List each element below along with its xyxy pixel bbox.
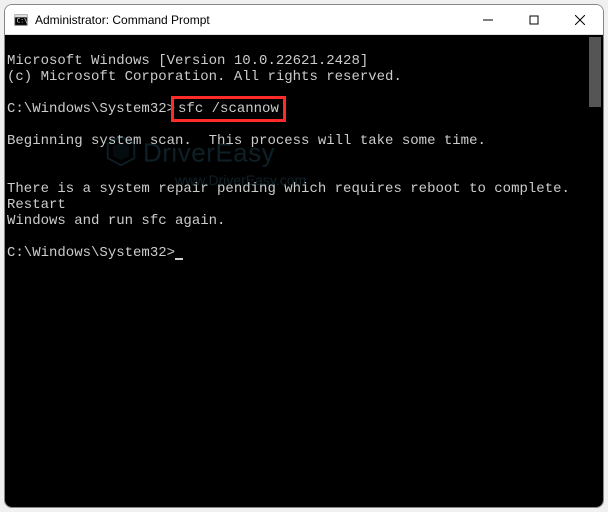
output-line: Microsoft Windows [Version 10.0.22621.24… <box>7 53 599 69</box>
scrollbar-thumb[interactable] <box>589 37 601 107</box>
titlebar[interactable]: C:\ Administrator: Command Prompt <box>5 5 603 35</box>
terminal-output: Microsoft Windows [Version 10.0.22621.24… <box>5 37 599 293</box>
prompt-path: C:\Windows\System32> <box>7 101 175 117</box>
command-prompt-window: C:\ Administrator: Command Prompt Driver… <box>4 4 604 508</box>
terminal-area[interactable]: DriverEasy www.DriverEasy.com Microsoft … <box>5 35 603 507</box>
close-button[interactable] <box>557 5 603 34</box>
output-line: There is a system repair pending which r… <box>7 181 599 213</box>
maximize-button[interactable] <box>511 5 557 34</box>
output-line: Windows and run sfc again. <box>7 213 599 229</box>
prompt-path: C:\Windows\System32> <box>7 245 175 261</box>
output-line: (c) Microsoft Corporation. All rights re… <box>7 69 599 85</box>
cmd-icon: C:\ <box>13 12 29 28</box>
prompt-line: C:\Windows\System32>sfc /scannow <box>7 101 599 117</box>
window-title: Administrator: Command Prompt <box>35 13 465 27</box>
text-cursor <box>175 258 183 260</box>
window-controls <box>465 5 603 34</box>
minimize-button[interactable] <box>465 5 511 34</box>
highlighted-command: sfc /scannow <box>171 96 286 122</box>
prompt-line: C:\Windows\System32> <box>7 245 599 261</box>
svg-text:C:\: C:\ <box>17 17 28 24</box>
output-line: Beginning system scan. This process will… <box>7 133 599 149</box>
